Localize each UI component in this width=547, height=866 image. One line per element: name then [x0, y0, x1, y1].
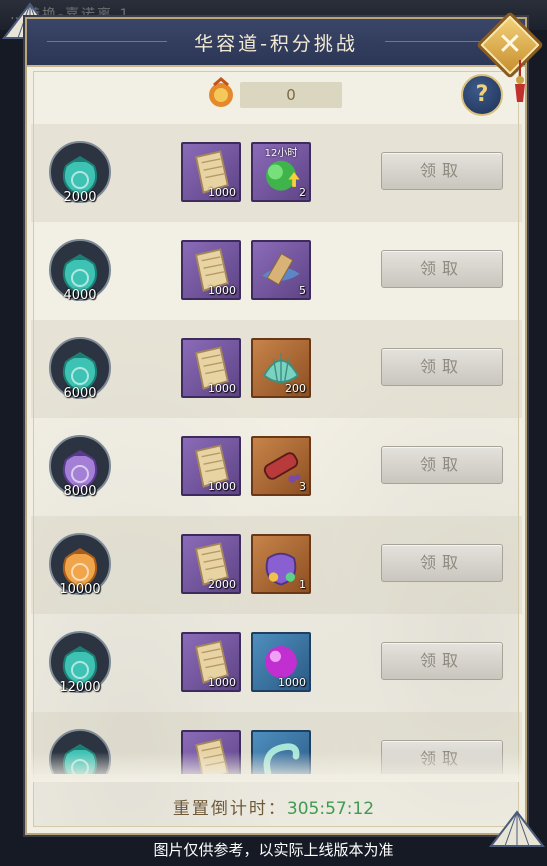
panel-title: 华容道-积分挑战 — [194, 33, 358, 55]
item-count: 5 — [299, 284, 306, 297]
points-threshold: 2000 — [63, 190, 97, 205]
item-count: 2000 — [208, 578, 236, 591]
gem-item-icon[interactable]: 1000 — [251, 632, 311, 692]
claim-button[interactable]: 领取 — [381, 544, 503, 582]
reset-countdown: 重置倒计时：305:57:12 — [0, 794, 547, 819]
scroll-item-icon[interactable]: 1000 — [181, 436, 241, 496]
item-count: 1 — [299, 578, 306, 591]
item-count: 1000 — [278, 676, 306, 689]
countdown-label: 重置倒计时： — [172, 799, 287, 819]
item-count: 1000 — [208, 186, 236, 199]
claim-button[interactable]: 领取 — [381, 642, 503, 680]
list-fade — [31, 752, 522, 782]
points-threshold: 10000 — [59, 582, 101, 597]
item-count: 3 — [299, 480, 306, 493]
reward-row: 12000 1000 1000 领取 — [31, 614, 522, 712]
item-count: 1000 — [208, 382, 236, 395]
help-button[interactable]: ? — [461, 74, 503, 116]
gift-bag-item-icon[interactable]: 1 — [251, 534, 311, 594]
duration-tag: 12小时 — [264, 148, 298, 159]
title-bar: 华容道-积分挑战 — [27, 19, 525, 67]
scroll-item-icon[interactable]: 2000 — [181, 534, 241, 594]
claim-button[interactable]: 领取 — [381, 152, 503, 190]
item-count: 1000 — [208, 676, 236, 689]
tassel-icon — [513, 60, 527, 102]
reward-row: 4000 1000 5 领取 — [31, 222, 522, 320]
reward-row: 6000 1000 200 领取 — [31, 320, 522, 418]
points-threshold: 8000 — [63, 484, 97, 499]
scroll-case-item-icon[interactable]: 3 — [251, 436, 311, 496]
reward-row: 2000 1000 12小时 2 领取 — [31, 124, 522, 222]
item-count: 200 — [285, 382, 306, 395]
reward-row: 8000 1000 3 领取 — [31, 418, 522, 516]
points-threshold: 12000 — [59, 680, 101, 695]
countdown-time: 305:57:12 — [286, 799, 375, 819]
scroll-item-icon[interactable]: 1000 — [181, 338, 241, 398]
item-count: 1000 — [208, 284, 236, 297]
scroll-item-icon[interactable]: 1000 — [181, 142, 241, 202]
reward-list[interactable]: 2000 1000 12小时 2 领取 4000 1000 5 领取 6000 1000 200 领取 8… — [31, 124, 522, 774]
score-value: 0 — [240, 82, 342, 108]
shell-item-icon[interactable]: 200 — [251, 338, 311, 398]
green-orb-item-icon[interactable]: 12小时 2 — [251, 142, 311, 202]
claim-button[interactable]: 领取 — [381, 348, 503, 386]
disclaimer-text: 图片仅供参考，以实际上线版本为准 — [153, 841, 394, 859]
claim-button[interactable]: 领取 — [381, 250, 503, 288]
score-icon — [204, 76, 238, 110]
token-item-icon[interactable]: 5 — [251, 240, 311, 300]
points-threshold: 4000 — [63, 288, 97, 303]
item-count: 1000 — [208, 480, 236, 493]
points-threshold: 6000 — [63, 386, 97, 401]
scroll-item-icon[interactable]: 1000 — [181, 632, 241, 692]
scroll-item-icon[interactable]: 1000 — [181, 240, 241, 300]
reward-row: 10000 2000 1 领取 — [31, 516, 522, 614]
item-count: 2 — [299, 186, 306, 199]
claim-button[interactable]: 领取 — [381, 446, 503, 484]
